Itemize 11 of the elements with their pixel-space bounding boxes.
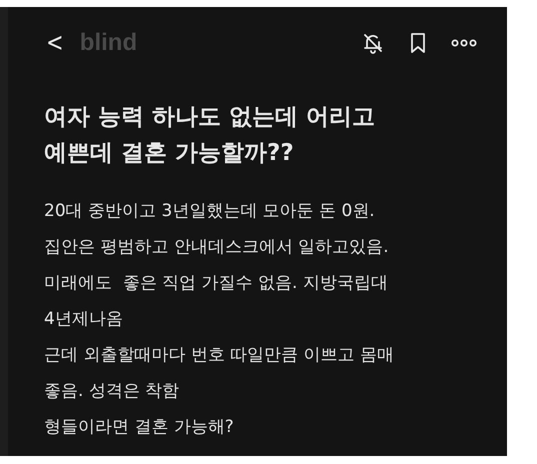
back-button[interactable]: < bbox=[46, 30, 64, 56]
post-body-line: 20대 중반이고 3년일했는데 모아둔 돈 0원. bbox=[44, 200, 376, 223]
post-body-line: 4년제나옴 bbox=[44, 308, 124, 331]
post-body-line: 좋음. 성격은 착함 bbox=[44, 380, 180, 403]
post-body-line: 미래에도 좋은 직업 가질수 없음. 지방국립대 bbox=[44, 272, 389, 295]
notification-off-button[interactable] bbox=[361, 31, 385, 55]
post-body-line: 집안은 평범하고 안내데스크에서 일하고있음. bbox=[44, 236, 390, 259]
post-title: 여자 능력 하나도 없는데 어리고 예쁜데 결혼 가능할까?? bbox=[44, 103, 376, 168]
post-body-line: 근데 외출할때마다 번호 따일만큼 이쁘고 몸매 bbox=[44, 344, 396, 367]
more-button[interactable] bbox=[451, 38, 477, 48]
post-body-line: 형들이라면 결혼 가능해? bbox=[44, 416, 235, 439]
